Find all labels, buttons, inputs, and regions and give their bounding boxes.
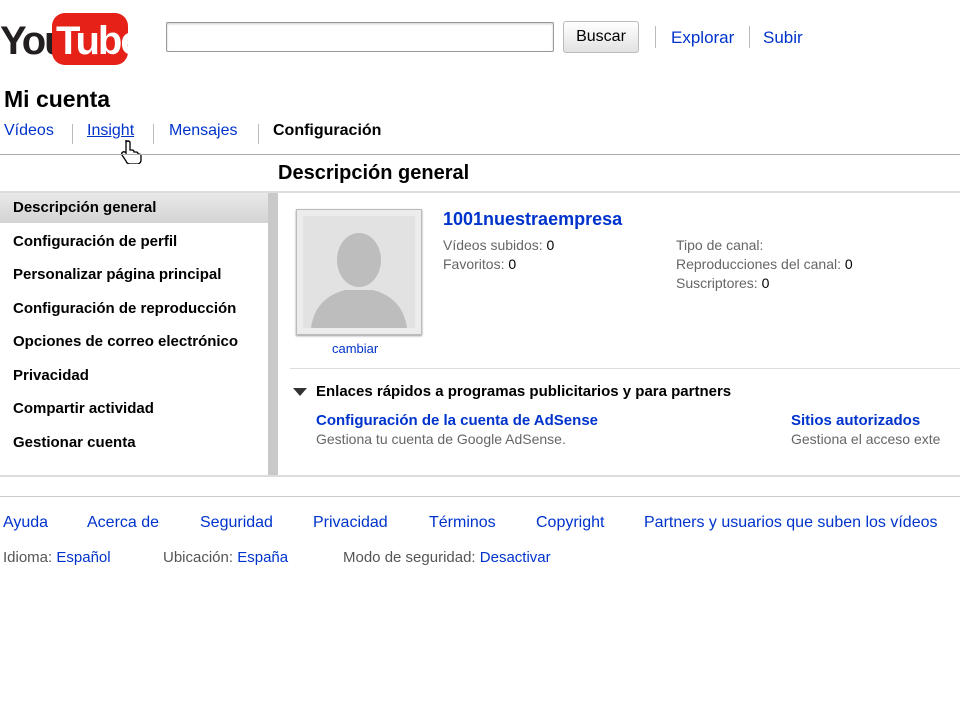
divider bbox=[0, 154, 960, 155]
footer-safety-mode: Modo de seguridad: Desactivar bbox=[343, 549, 551, 566]
footer-language: Idioma: Español bbox=[3, 549, 111, 566]
sidebar-item-email[interactable]: Opciones de correo electrónico bbox=[0, 327, 268, 357]
change-avatar-link[interactable]: cambiar bbox=[332, 341, 378, 356]
collapse-triangle-icon[interactable] bbox=[293, 388, 307, 396]
stat-label: Favoritos: bbox=[443, 256, 505, 272]
quick-links-title[interactable]: Enlaces rápidos a programas publicitario… bbox=[316, 383, 731, 400]
explore-link[interactable]: Explorar bbox=[671, 28, 734, 48]
youtube-logo[interactable]: You Tube bbox=[0, 8, 130, 66]
avatar[interactable] bbox=[296, 209, 422, 335]
footer-copyright-link[interactable]: Copyright bbox=[536, 514, 604, 532]
sidebar-item-playback[interactable]: Configuración de reproducción bbox=[0, 294, 268, 324]
safety-mode-label: Modo de seguridad: bbox=[343, 549, 476, 566]
stat-value: 0 bbox=[844, 256, 853, 272]
search-button[interactable]: Buscar bbox=[563, 21, 639, 53]
stat-value: 0 bbox=[546, 237, 555, 253]
stat-label: Suscriptores: bbox=[676, 275, 758, 291]
search-input[interactable] bbox=[166, 22, 554, 52]
sidebar-item-privacy[interactable]: Privacidad bbox=[0, 361, 268, 391]
stat-channel-type: Tipo de canal: bbox=[676, 237, 763, 253]
stat-value: 0 bbox=[508, 256, 517, 272]
divider bbox=[290, 368, 960, 369]
sidebar-item-profile[interactable]: Configuración de perfil bbox=[0, 227, 268, 257]
tab-insight[interactable]: Insight bbox=[87, 122, 134, 140]
tab-settings[interactable]: Configuración bbox=[273, 122, 381, 140]
tab-messages[interactable]: Mensajes bbox=[169, 122, 237, 140]
tab-separator bbox=[72, 124, 73, 144]
stat-label: Reproducciones del canal: bbox=[676, 256, 841, 272]
sidebar-item-overview[interactable]: Descripción general bbox=[0, 193, 268, 223]
location-label: Ubicación: bbox=[163, 549, 234, 566]
logo-tube-text: Tube bbox=[56, 19, 130, 63]
section-title: Descripción general bbox=[278, 162, 470, 184]
stat-favorites: Favoritos: 0 bbox=[443, 256, 516, 272]
sidebar-item-manage-account[interactable]: Gestionar cuenta bbox=[0, 428, 268, 458]
footer-safety-link[interactable]: Seguridad bbox=[200, 514, 273, 532]
stat-value: 0 bbox=[761, 275, 770, 291]
stat-label: Tipo de canal: bbox=[676, 237, 764, 253]
footer-privacy-link[interactable]: Privacidad bbox=[313, 514, 388, 532]
language-label: Idioma: bbox=[3, 549, 53, 566]
authorized-sites-desc: Gestiona el acceso exte bbox=[791, 431, 941, 447]
stat-label: Vídeos subidos: bbox=[443, 237, 543, 253]
footer-location: Ubicación: España bbox=[163, 549, 288, 566]
footer-divider bbox=[0, 496, 960, 497]
settings-sidebar: Descripción general Configuración de per… bbox=[0, 193, 278, 475]
channel-name-link[interactable]: 1001nuestraempresa bbox=[443, 209, 622, 230]
tab-separator bbox=[258, 124, 259, 144]
footer-partners-link[interactable]: Partners y usuarios que suben los vídeos bbox=[644, 514, 960, 532]
footer-about-link[interactable]: Acerca de bbox=[87, 514, 159, 532]
stat-channel-views: Reproducciones del canal: 0 bbox=[676, 256, 853, 272]
header-separator bbox=[749, 26, 750, 48]
footer-help-link[interactable]: Ayuda bbox=[3, 514, 48, 532]
safety-mode-link[interactable]: Desactivar bbox=[480, 549, 551, 566]
page-title: Mi cuenta bbox=[4, 86, 111, 112]
upload-link[interactable]: Subir bbox=[763, 28, 803, 48]
sidebar-scrollbar[interactable] bbox=[268, 193, 278, 475]
tab-videos[interactable]: Vídeos bbox=[4, 122, 54, 140]
adsense-settings-link[interactable]: Configuración de la cuenta de AdSense bbox=[316, 412, 598, 429]
header-separator bbox=[655, 26, 656, 48]
tab-separator bbox=[153, 124, 154, 144]
sidebar-item-homepage[interactable]: Personalizar página principal bbox=[0, 260, 268, 290]
adsense-settings-desc: Gestiona tu cuenta de Google AdSense. bbox=[316, 431, 566, 447]
footer-terms-link[interactable]: Términos bbox=[429, 514, 496, 532]
sidebar-item-activity-sharing[interactable]: Compartir actividad bbox=[0, 394, 268, 424]
language-link[interactable]: Español bbox=[56, 549, 110, 566]
stat-videos-uploaded: Vídeos subidos: 0 bbox=[443, 237, 554, 253]
hand-cursor-icon bbox=[121, 140, 142, 164]
default-avatar-icon bbox=[303, 216, 415, 328]
location-link[interactable]: España bbox=[237, 549, 288, 566]
stat-subscribers: Suscriptores: 0 bbox=[676, 275, 769, 291]
authorized-sites-link[interactable]: Sitios autorizados bbox=[791, 412, 920, 429]
